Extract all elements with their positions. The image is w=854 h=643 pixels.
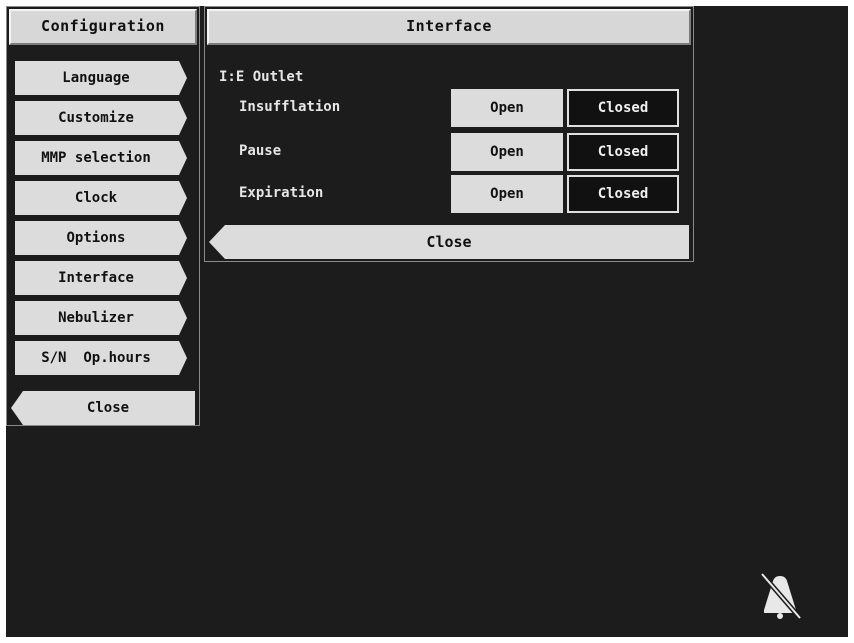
expiration-open-button[interactable]: Open bbox=[451, 175, 563, 213]
menu-item-interface[interactable]: Interface bbox=[15, 261, 187, 295]
expiration-closed-button[interactable]: Closed bbox=[567, 175, 679, 213]
insufflation-closed-button[interactable]: Closed bbox=[567, 89, 679, 127]
pause-open-button[interactable]: Open bbox=[451, 133, 563, 171]
insufflation-open-button[interactable]: Open bbox=[451, 89, 563, 127]
menu-item-sn-op-hours[interactable]: S/N Op.hours bbox=[15, 341, 187, 375]
ie-outlet-label: I:E Outlet bbox=[219, 69, 304, 85]
interface-title: Interface bbox=[207, 9, 691, 45]
configuration-close-button[interactable]: Close bbox=[11, 391, 195, 425]
configuration-panel: Configuration Language Customize MMP sel… bbox=[6, 6, 200, 426]
expiration-label: Expiration bbox=[239, 185, 324, 201]
interface-panel: Interface I:E Outlet Insufflation Open C… bbox=[204, 6, 694, 262]
ventilator-screen: Configuration Language Customize MMP sel… bbox=[6, 6, 848, 637]
menu-item-language[interactable]: Language bbox=[15, 61, 187, 95]
configuration-title: Configuration bbox=[9, 9, 197, 45]
menu-item-nebulizer[interactable]: Nebulizer bbox=[15, 301, 187, 335]
menu-item-customize[interactable]: Customize bbox=[15, 101, 187, 135]
menu-item-clock[interactable]: Clock bbox=[15, 181, 187, 215]
menu-item-mmp-selection[interactable]: MMP selection bbox=[15, 141, 187, 175]
bell-muted-icon[interactable] bbox=[754, 568, 806, 620]
pause-closed-button[interactable]: Closed bbox=[567, 133, 679, 171]
insufflation-label: Insufflation bbox=[239, 99, 341, 115]
menu-item-options[interactable]: Options bbox=[15, 221, 187, 255]
pause-label: Pause bbox=[239, 143, 282, 159]
interface-close-button[interactable]: Close bbox=[209, 225, 689, 259]
